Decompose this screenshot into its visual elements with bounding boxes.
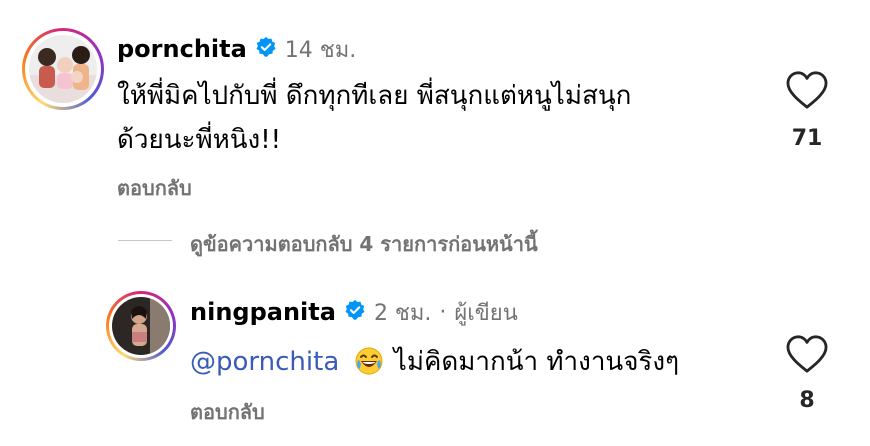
- username[interactable]: ningpanita: [190, 298, 336, 326]
- reply-message: ไม่คิดมากน้า ทำงานจริงๆ: [393, 347, 680, 377]
- heart-icon: [786, 71, 828, 109]
- heart-icon: [786, 335, 828, 373]
- laughing-emoji-icon: [354, 346, 384, 390]
- comment-line: ด้วยนะพี่หนิง!!: [117, 125, 282, 155]
- comment-header: pornchita 14 ชม.: [117, 32, 356, 66]
- verified-badge-icon: [255, 36, 277, 62]
- reply-text: @pornchita ไม่คิดมากน้า ทำงานจริงๆ: [190, 340, 679, 390]
- username[interactable]: pornchita: [117, 35, 247, 63]
- reply-header: ningpanita 2 ชม. · ผู้เขียน: [190, 295, 518, 329]
- author-label: ผู้เขียน: [454, 300, 518, 326]
- meta-separator: ·: [439, 299, 447, 325]
- like-button[interactable]: [784, 70, 830, 110]
- avatar-ningpanita[interactable]: [106, 291, 176, 361]
- verified-badge-icon: [344, 299, 366, 325]
- comment-time: 14 ชม.: [284, 37, 357, 63]
- view-replies-divider: [118, 240, 172, 241]
- comment-line: ให้พี่มิคไปกับพี่ ดึกทุกทีเลย พี่สนุกแต่…: [117, 81, 632, 111]
- like-count: 8: [799, 388, 815, 413]
- reply-button[interactable]: ตอบกลับ: [117, 172, 192, 204]
- comment-time: 2 ชม.: [373, 300, 432, 326]
- view-previous-replies[interactable]: ดูข้อความตอบกลับ 4 รายการก่อนหน้านี้: [190, 228, 538, 260]
- reply-button[interactable]: ตอบกลับ: [190, 396, 265, 428]
- like-button[interactable]: [784, 334, 830, 374]
- comment-text: ให้พี่มิคไปกับพี่ ดึกทุกทีเลย พี่สนุกแต่…: [117, 74, 757, 162]
- mention-link[interactable]: @pornchita: [190, 347, 339, 377]
- like-count: 71: [791, 126, 823, 151]
- avatar-photo: [29, 35, 97, 103]
- avatar-photo: [112, 297, 170, 355]
- avatar-pornchita[interactable]: [22, 28, 104, 110]
